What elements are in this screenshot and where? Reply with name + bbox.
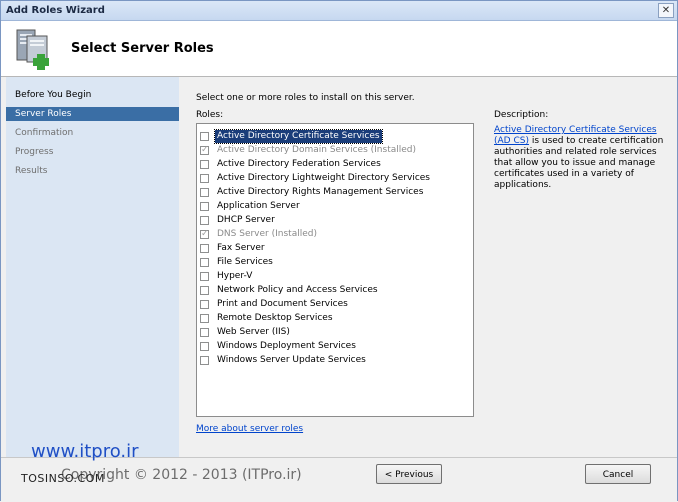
server-roles-add-icon	[16, 29, 49, 70]
checkbox[interactable]	[200, 342, 209, 351]
wizard-header: Select Server Roles	[1, 21, 677, 77]
checkbox[interactable]	[200, 188, 209, 197]
roles-checklist: Active Directory Certificate Services Ac…	[196, 123, 474, 417]
role-label: Windows Server Update Services	[217, 355, 366, 365]
checkbox[interactable]	[200, 300, 209, 309]
checkbox[interactable]	[200, 202, 209, 211]
role-label: DHCP Server	[217, 215, 275, 225]
role-label: Web Server (IIS)	[217, 327, 290, 337]
checkbox[interactable]	[200, 314, 209, 323]
role-label: File Services	[217, 257, 273, 267]
role-label: Active Directory Lightweight Directory S…	[217, 173, 430, 183]
role-label: Active Directory Certificate Services	[214, 129, 383, 144]
instruction-text: Select one or more roles to install on t…	[196, 93, 415, 103]
role-label: DNS Server (Installed)	[217, 229, 317, 239]
role-label: Application Server	[217, 201, 300, 211]
checkbox	[200, 228, 209, 241]
roles-label: Roles:	[196, 110, 224, 120]
role-label: Print and Document Services	[217, 299, 348, 309]
role-label: Network Policy and Access Services	[217, 285, 378, 295]
close-icon[interactable]: ✕	[658, 3, 674, 18]
role-label: Active Directory Rights Management Servi…	[217, 187, 424, 197]
checkbox[interactable]	[200, 258, 209, 267]
role-label: Active Directory Domain Services (Instal…	[217, 145, 417, 155]
checkbox[interactable]	[200, 174, 209, 183]
role-label: Active Directory Federation Services	[217, 159, 381, 169]
wizard-steps-nav: Before You Begin Server Roles Confirmati…	[6, 77, 179, 457]
role-description: Active Directory Certificate Services (A…	[494, 125, 664, 191]
cancel-button[interactable]: Cancel	[585, 464, 651, 484]
role-label: Remote Desktop Services	[217, 313, 333, 323]
previous-button[interactable]: < Previous	[376, 464, 442, 484]
checkbox[interactable]	[200, 272, 209, 281]
watermark-corner: TOSINSO.COM	[21, 472, 105, 485]
role-label: Windows Deployment Services	[217, 341, 356, 351]
checkbox[interactable]	[200, 216, 209, 225]
page-title: Select Server Roles	[71, 41, 214, 56]
checkbox[interactable]	[200, 160, 209, 169]
role-label: Fax Server	[217, 243, 265, 253]
checkbox[interactable]	[200, 132, 209, 141]
description-label: Description:	[494, 110, 549, 120]
add-roles-wizard-window: Add Roles Wizard ✕ Select Server Roles B…	[0, 0, 678, 502]
main-content: Select one or more roles to install on t…	[184, 77, 676, 457]
checkbox	[200, 144, 209, 157]
watermark-site: www.itpro.ir	[31, 441, 139, 462]
checkbox[interactable]	[200, 244, 209, 253]
title-bar: Add Roles Wizard ✕	[1, 1, 677, 21]
window-title: Add Roles Wizard	[6, 5, 105, 16]
nav-item-results: Results	[15, 166, 48, 176]
more-about-server-roles-link[interactable]: More about server roles	[196, 424, 303, 434]
checkbox[interactable]	[200, 356, 209, 365]
nav-item-progress: Progress	[15, 147, 54, 157]
nav-item-confirmation: Confirmation	[15, 128, 74, 138]
checkbox[interactable]	[200, 286, 209, 295]
checkbox[interactable]	[200, 328, 209, 337]
role-label: Hyper-V	[217, 271, 253, 281]
nav-item-server-roles[interactable]: Server Roles	[6, 107, 179, 121]
nav-item-before-you-begin[interactable]: Before You Begin	[6, 88, 179, 102]
